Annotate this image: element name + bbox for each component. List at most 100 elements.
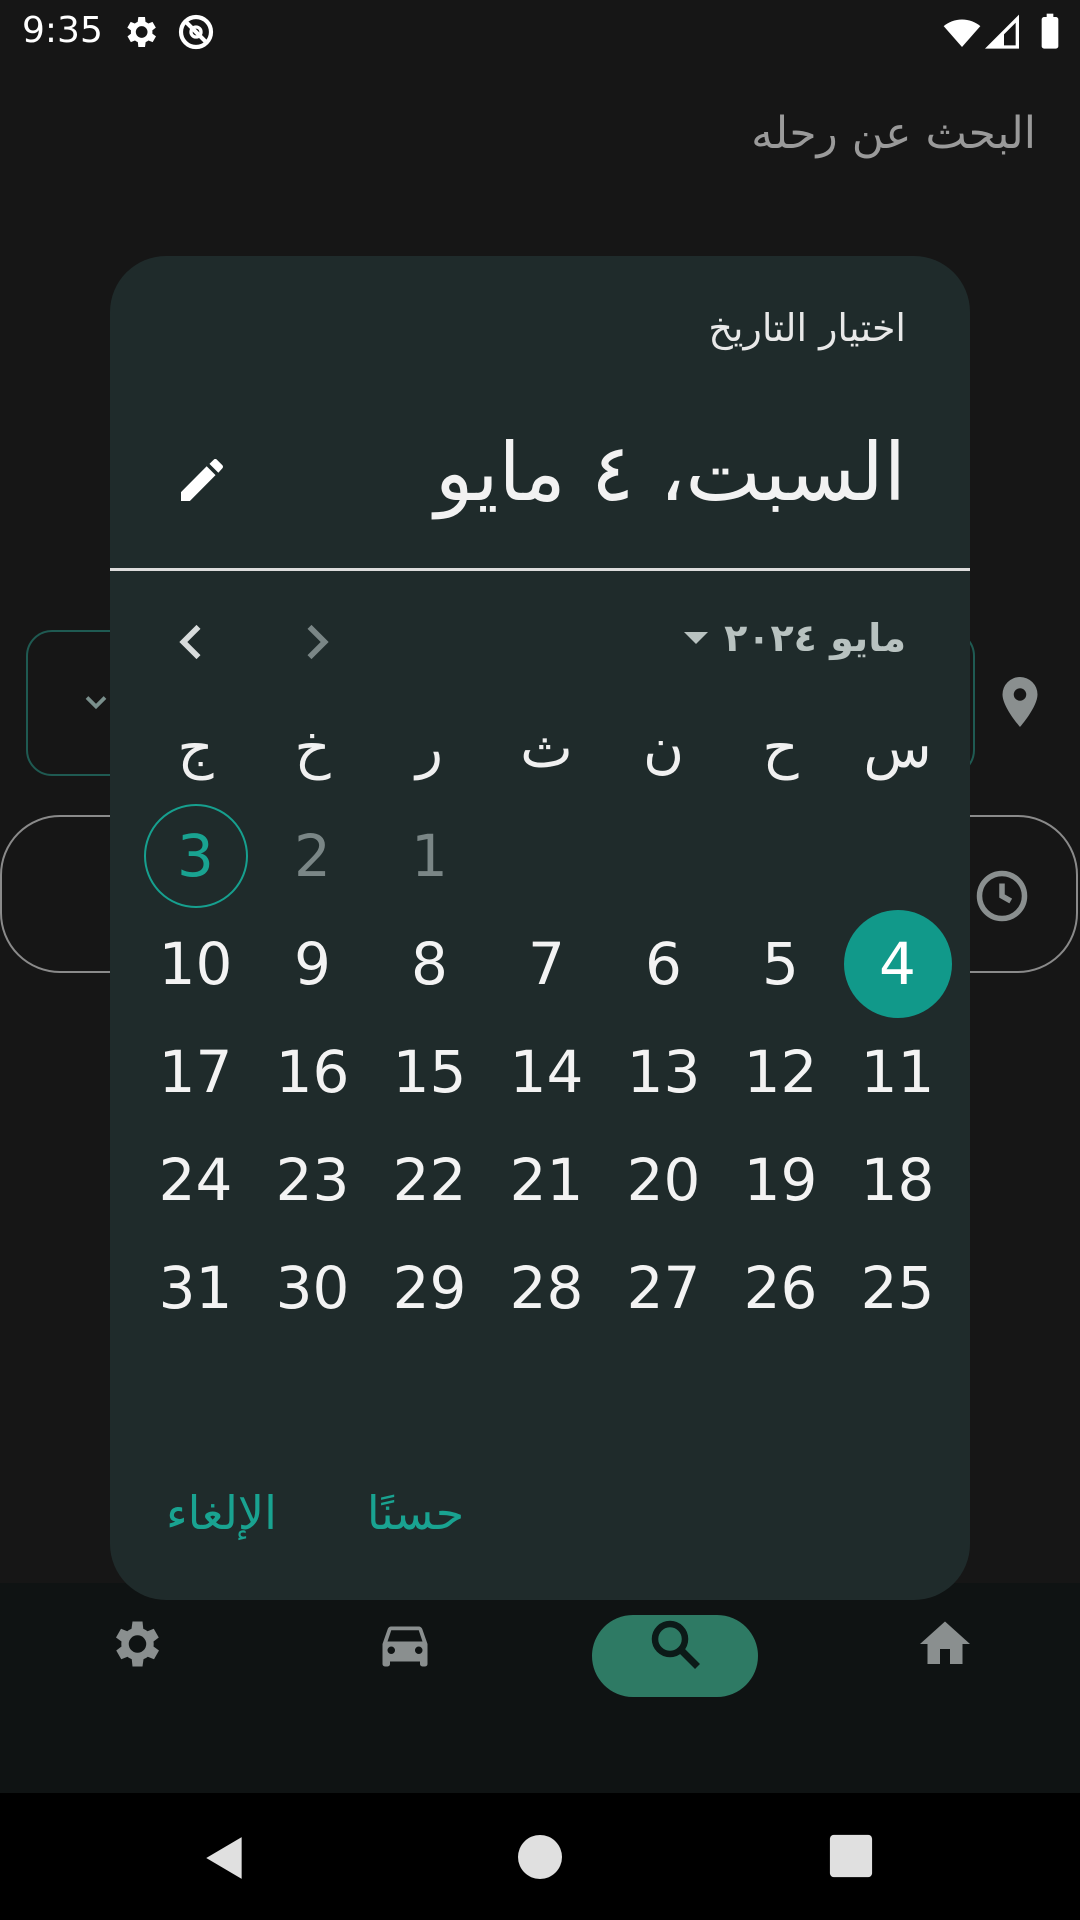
day-number: 19 (743, 1146, 818, 1214)
calendar-grid: 1 2 3 4 5 6 7 8 9 10 11 12 13 14 15 16 17 18 19 20 21 22 23 24 2… (136, 802, 956, 1342)
calendar-day[interactable]: 18 (839, 1126, 956, 1234)
calendar-day[interactable]: 30 (254, 1234, 371, 1342)
day-number: 21 (509, 1146, 584, 1214)
calendar-day[interactable]: 14 (488, 1018, 605, 1126)
battery-icon (1041, 13, 1059, 49)
day-number: 11 (860, 1038, 935, 1106)
calendar-day[interactable]: 21 (488, 1126, 605, 1234)
day-number: 2 (294, 822, 331, 890)
calendar-day[interactable]: 20 (605, 1126, 722, 1234)
day-number: 14 (509, 1038, 584, 1106)
day-number: 28 (509, 1254, 584, 1322)
day-number: 25 (860, 1254, 935, 1322)
calendar-day[interactable]: 16 (254, 1018, 371, 1126)
day-number: 8 (411, 930, 448, 998)
month-year-selector[interactable]: مايو ٢٠٢٤ (684, 616, 906, 660)
weekday-label: ن (642, 716, 685, 781)
calendar-week: 11 12 13 14 15 16 17 (136, 1018, 956, 1126)
status-bar: 9:35 (0, 0, 1080, 64)
day-number: 7 (528, 930, 565, 998)
chevron-left-icon[interactable] (166, 616, 218, 668)
calendar-day[interactable]: 6 (605, 910, 722, 1018)
home-icon[interactable] (915, 1614, 975, 1674)
day-number: 15 (392, 1038, 467, 1106)
calendar-day[interactable]: 8 (371, 910, 488, 1018)
day-number: 4 (879, 930, 916, 998)
weekday-label: ج (177, 716, 214, 781)
day-number: 31 (158, 1254, 233, 1322)
calendar-day[interactable]: 19 (722, 1126, 839, 1234)
day-number: 20 (626, 1146, 701, 1214)
chevron-down-icon (85, 696, 107, 710)
location-pin-icon (1002, 677, 1038, 727)
chevron-right-icon[interactable] (290, 616, 342, 668)
search-icon[interactable] (645, 1614, 705, 1674)
wifi-icon (943, 19, 981, 47)
month-year-label: مايو ٢٠٢٤ (724, 616, 906, 660)
calendar-day[interactable]: 7 (488, 910, 605, 1018)
weekday-label: ث (520, 716, 573, 781)
calendar-week: 25 26 27 28 29 30 31 (136, 1234, 956, 1342)
gear-icon[interactable] (105, 1614, 165, 1674)
clock-icon (976, 870, 1028, 922)
ok-button[interactable]: حسنًا (367, 1486, 464, 1540)
day-number: 18 (860, 1146, 935, 1214)
calendar-week: 1 2 3 (136, 802, 956, 910)
calendar-day[interactable]: 28 (488, 1234, 605, 1342)
car-icon[interactable] (375, 1614, 435, 1674)
dialog-actions: الإلغاء حسنًا (166, 1486, 464, 1540)
calendar-day[interactable]: 31 (137, 1234, 254, 1342)
calendar-day[interactable]: 24 (137, 1126, 254, 1234)
day-number: 24 (158, 1146, 233, 1214)
day-number: 16 (275, 1038, 350, 1106)
no-data-icon (178, 14, 214, 50)
pencil-icon[interactable] (174, 452, 230, 508)
day-number: 1 (411, 822, 448, 890)
status-time: 9:35 (22, 10, 103, 51)
day-number: 12 (743, 1038, 818, 1106)
calendar-day[interactable]: 15 (371, 1018, 488, 1126)
calendar-day[interactable]: 11 (839, 1018, 956, 1126)
calendar-day[interactable]: 10 (137, 910, 254, 1018)
signal-icon (984, 14, 1019, 49)
weekday-label: ر (415, 716, 444, 781)
day-number: 23 (275, 1146, 350, 1214)
calendar-day[interactable]: 12 (722, 1018, 839, 1126)
calendar-day[interactable]: 5 (722, 910, 839, 1018)
calendar-day[interactable]: 26 (722, 1234, 839, 1342)
back-icon[interactable] (200, 1833, 250, 1883)
selected-date-headline: السبت، ٤ مايو (434, 426, 906, 519)
calendar-day[interactable]: 1 (371, 802, 488, 910)
calendar-week: 4 5 6 7 8 9 10 (136, 910, 956, 1018)
date-picker-dialog: اختيار التاريخ السبت، ٤ مايو مايو ٢٠٢٤ س… (110, 256, 970, 1600)
dialog-title: اختيار التاريخ (708, 306, 906, 350)
day-number: 13 (626, 1038, 701, 1106)
calendar-day[interactable]: 3 (137, 802, 254, 910)
day-number: 17 (158, 1038, 233, 1106)
day-number: 27 (626, 1254, 701, 1322)
calendar-day[interactable]: 25 (839, 1234, 956, 1342)
calendar-day[interactable]: 29 (371, 1234, 488, 1342)
calendar-day[interactable]: 9 (254, 910, 371, 1018)
caret-down-icon (684, 632, 709, 644)
calendar-day[interactable]: 23 (254, 1126, 371, 1234)
day-number: 3 (177, 822, 214, 890)
calendar-day[interactable]: 22 (371, 1126, 488, 1234)
calendar-week: 18 19 20 21 22 23 24 (136, 1126, 956, 1234)
recents-icon[interactable] (828, 1833, 874, 1879)
day-number: 30 (275, 1254, 350, 1322)
page-title: البحث عن رحله (751, 108, 1036, 159)
divider (110, 568, 970, 571)
day-number: 22 (392, 1146, 467, 1214)
calendar-day[interactable]: 27 (605, 1234, 722, 1342)
cancel-button[interactable]: الإلغاء (166, 1486, 277, 1540)
weekday-label: خ (294, 716, 331, 781)
calendar-day[interactable]: 13 (605, 1018, 722, 1126)
calendar-day[interactable]: 4 (839, 910, 956, 1018)
day-number: 10 (158, 930, 233, 998)
calendar-day[interactable]: 2 (254, 802, 371, 910)
home-circle-icon[interactable] (516, 1833, 564, 1881)
calendar-day[interactable]: 17 (137, 1018, 254, 1126)
weekday-label: س (863, 716, 932, 781)
day-number: 26 (743, 1254, 818, 1322)
